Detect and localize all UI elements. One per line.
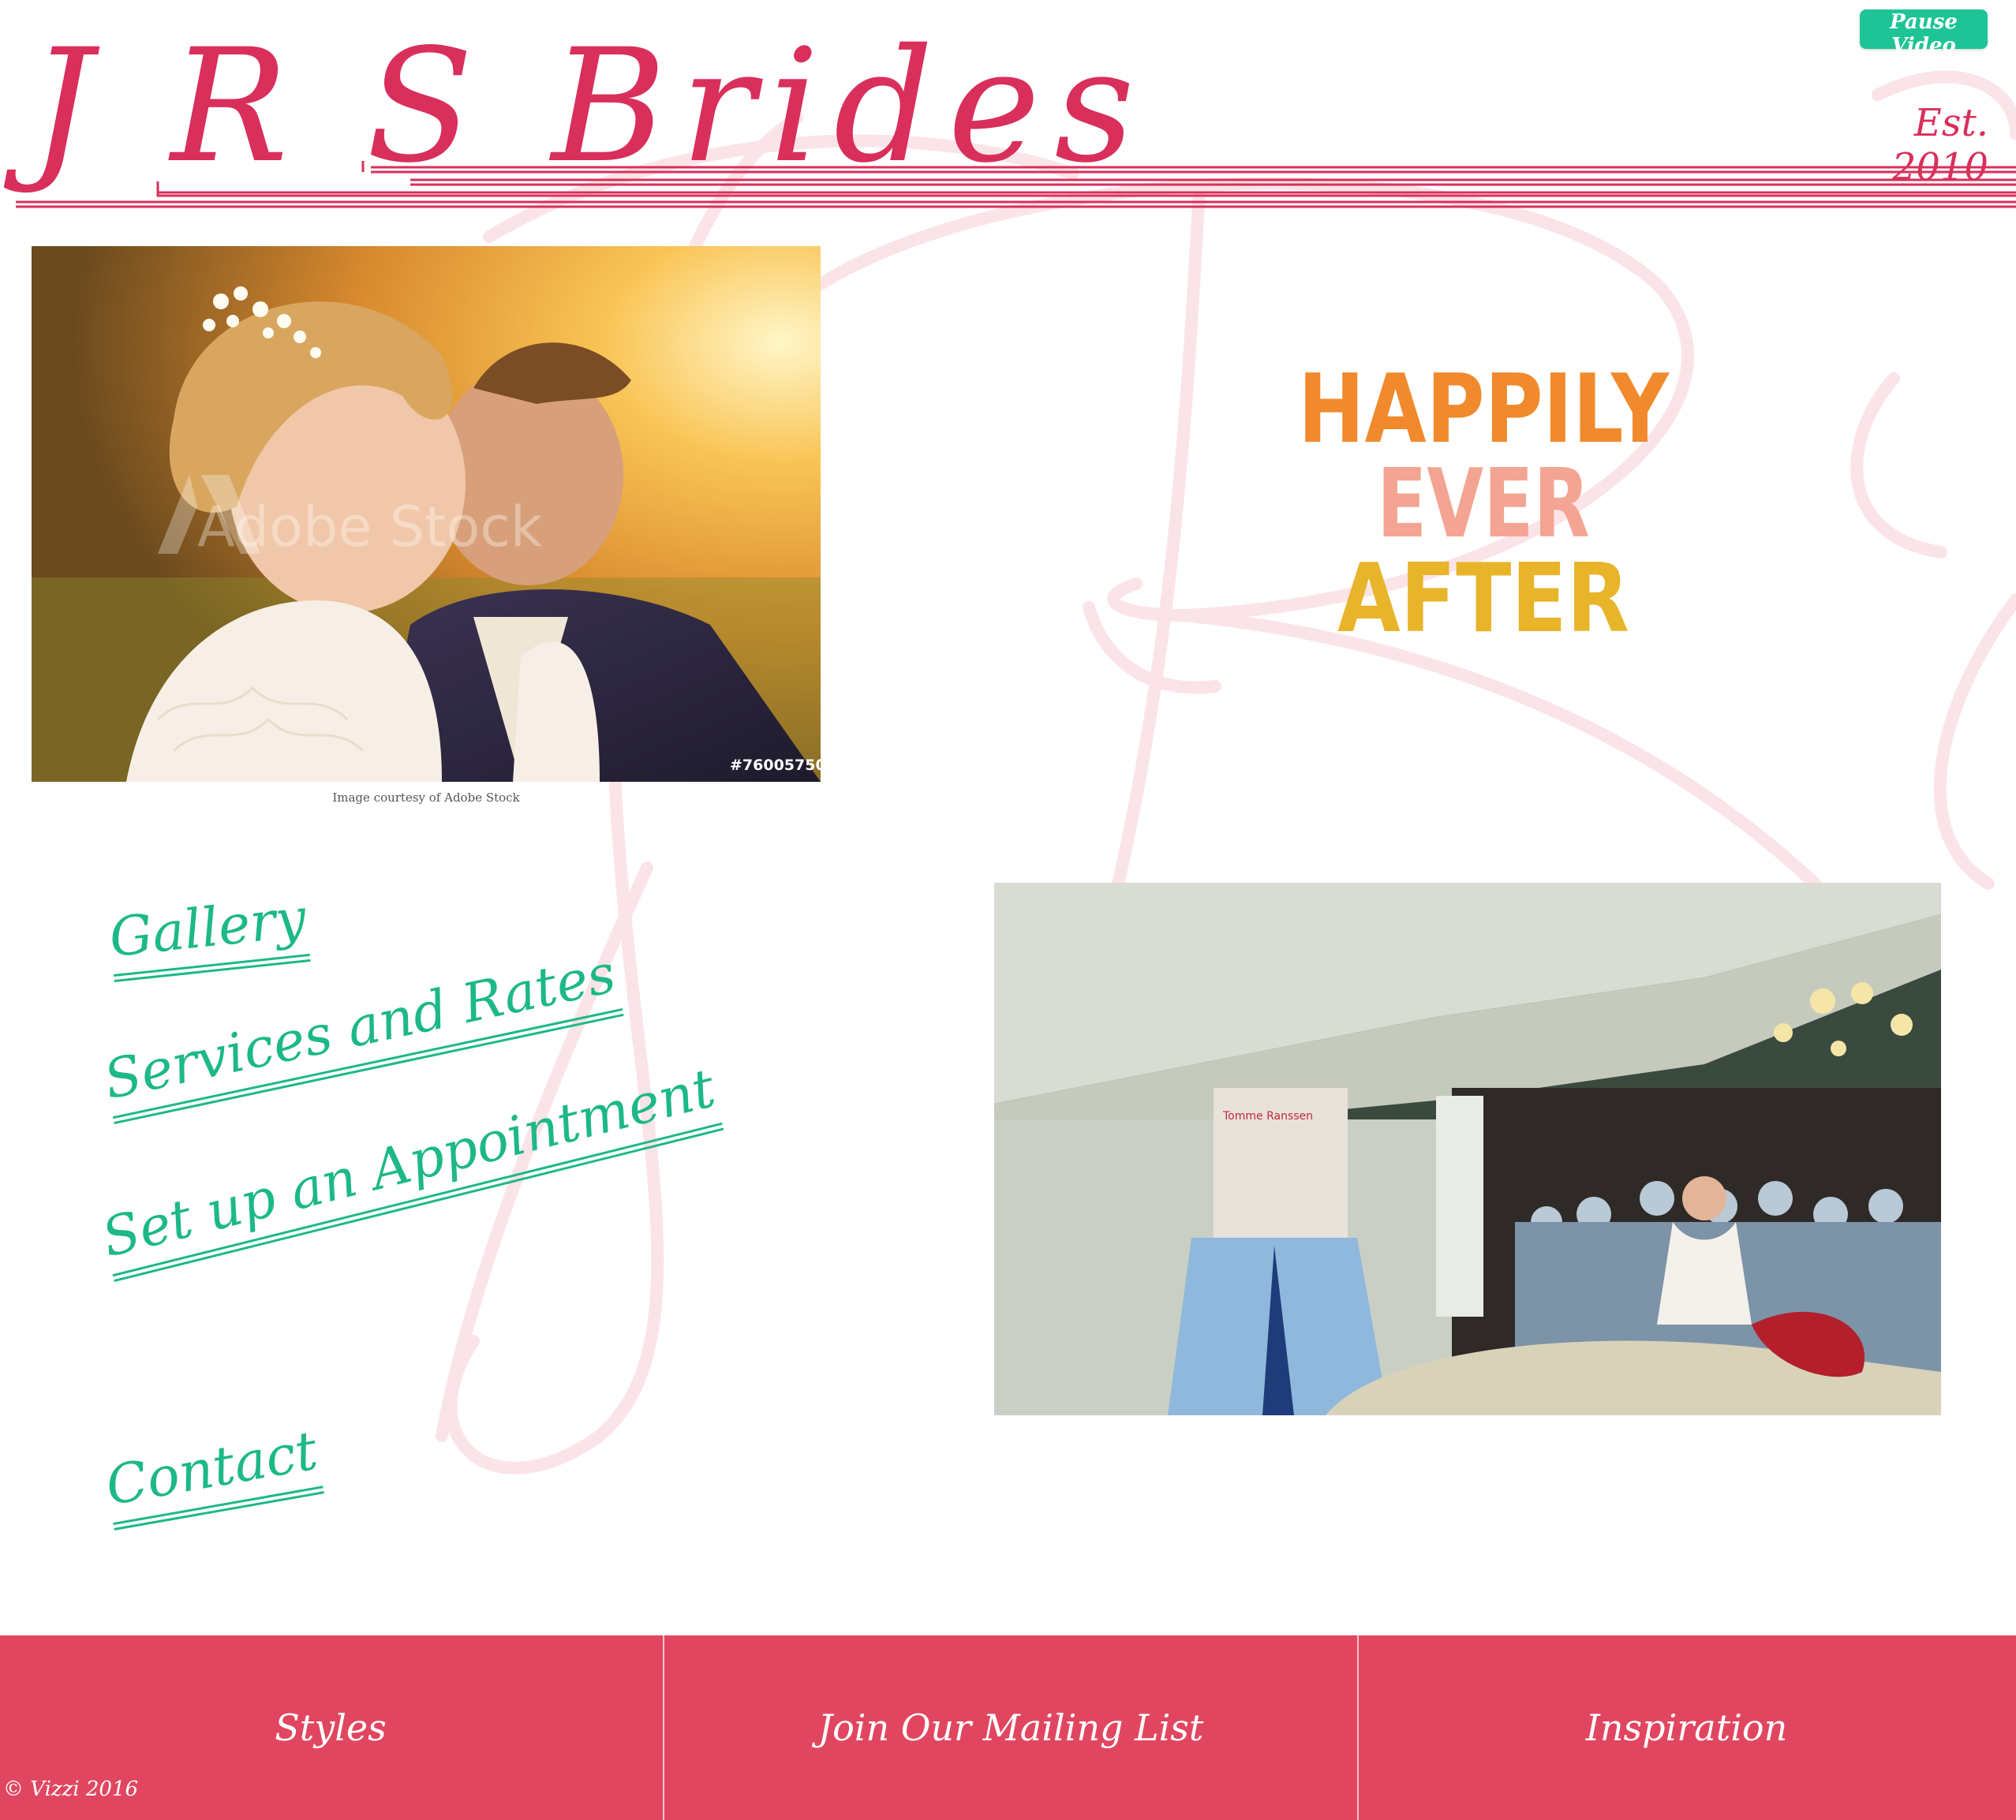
wedding-video[interactable]: Tomme Ranssen: [994, 883, 1941, 1415]
photo-credit: Image courtesy of Adobe Stock: [332, 790, 520, 805]
copyright-text: © Vizzi 2016: [3, 1777, 139, 1801]
video-sign-text: Tomme Ranssen: [1222, 1110, 1313, 1123]
nav-gallery-link[interactable]: Gallery: [107, 887, 311, 982]
art-line-happily: HAPPILY: [1298, 355, 1670, 465]
nav-contact-link[interactable]: Contact: [102, 1420, 324, 1530]
nav-contact-label: Contact: [101, 1419, 323, 1519]
video-frame: Tomme Ranssen: [994, 883, 1941, 1415]
art-line-ever: EVER: [1377, 450, 1590, 559]
happily-ever-after-art: HAPPILY EVER AFTER: [1298, 355, 1670, 647]
header-rule-lines: [16, 161, 2016, 208]
pause-video-button[interactable]: Pause Video: [1860, 9, 1988, 58]
wedding-couple-photo: Adobe Stock #76005750: [32, 246, 821, 782]
footer-inspiration-link[interactable]: Inspiration: [1357, 1635, 2016, 1820]
footer: Styles Join Our Mailing List Inspiration…: [0, 1635, 2016, 1820]
footer-mailing-list-link[interactable]: Join Our Mailing List: [663, 1635, 1359, 1820]
art-line-after: AFTER: [1337, 544, 1629, 647]
stock-id: #76005750: [730, 757, 821, 774]
photo-illustration: Adobe Stock #76005750: [32, 246, 821, 782]
